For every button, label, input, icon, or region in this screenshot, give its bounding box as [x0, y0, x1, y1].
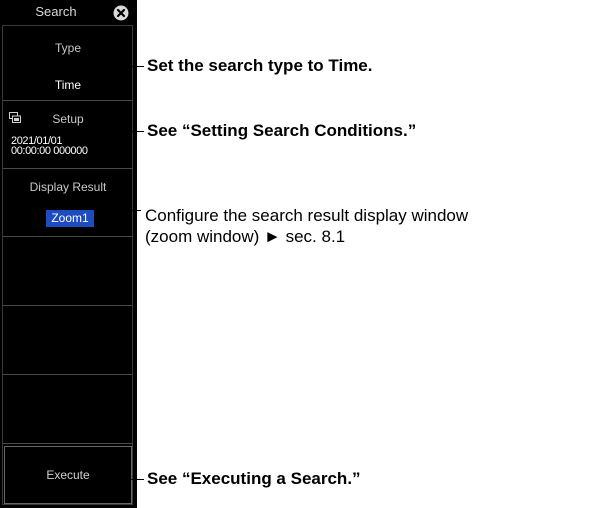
- type-label: Type: [54, 41, 81, 55]
- divider: [3, 443, 133, 444]
- menu-title: Search: [35, 4, 77, 19]
- setup-button[interactable]: Setup 2021/01/01 00:00:00 000000: [3, 101, 133, 168]
- display-annotation-line2: (zoom window) ► sec. 8.1: [145, 227, 346, 246]
- type-value: Time: [54, 78, 82, 92]
- setup-label: Setup: [52, 112, 84, 126]
- setup-leader-line: [130, 131, 144, 132]
- display-result-label: Display Result: [29, 180, 107, 194]
- execute-annotation: See “Executing a Search.”: [147, 469, 361, 488]
- display-result-button[interactable]: Display Result Zoom1: [3, 169, 133, 236]
- display-leader-line: [127, 210, 141, 211]
- type-button[interactable]: Type Time: [3, 30, 133, 100]
- divider: [3, 305, 133, 306]
- setup-datetime: 2021/01/01 00:00:00 000000: [11, 136, 88, 157]
- search-menu-panel: Search Type Time Setup 2021/01/01 00:00:…: [0, 0, 137, 508]
- setup-annotation: See “Setting Search Conditions.”: [147, 121, 417, 140]
- display-annotation-line1: Configure the search result display wind…: [145, 206, 469, 225]
- display-result-value: Zoom1: [46, 210, 94, 227]
- divider: [3, 236, 133, 237]
- execute-label: Execute: [46, 468, 90, 482]
- execute-button[interactable]: Execute: [4, 446, 132, 504]
- execute-leader-line: [130, 479, 144, 480]
- divider: [3, 374, 133, 375]
- type-annotation: Set the search type to Time.: [147, 56, 373, 75]
- close-icon[interactable]: [113, 5, 129, 21]
- setup-time: 00:00:00 000000: [11, 145, 88, 157]
- display-annotation: Configure the search result display wind…: [145, 205, 468, 247]
- type-leader-line: [130, 66, 144, 67]
- menu-title-bar: Search: [0, 0, 137, 25]
